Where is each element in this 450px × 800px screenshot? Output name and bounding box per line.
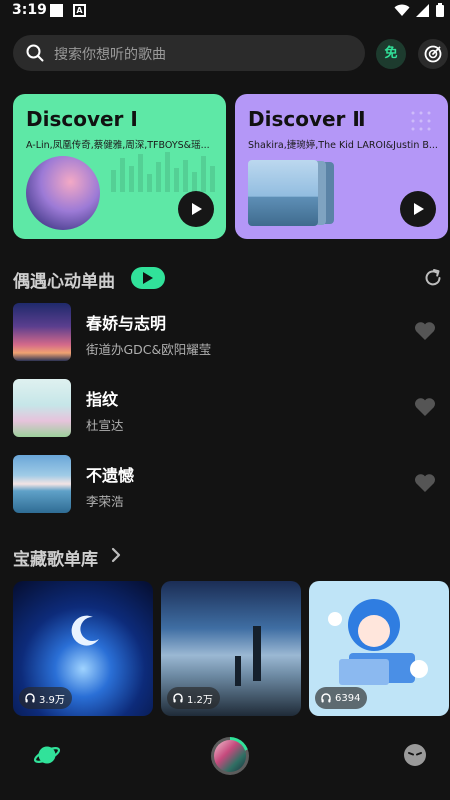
play-count-badge: 3.9万 — [19, 687, 72, 709]
character-illustration — [328, 599, 428, 685]
heartbeat-section-title: 偶遇心动单曲 — [13, 272, 115, 292]
wifi-icon — [394, 4, 410, 16]
song-item[interactable]: 指纹 杜宣达 — [13, 379, 438, 437]
playlist-card[interactable]: 3.9万 — [13, 581, 153, 716]
play-icon — [414, 203, 424, 215]
play-icon — [143, 272, 153, 284]
status-time: 3:19 — [12, 2, 47, 18]
song-cover — [13, 379, 71, 437]
discover-play-button[interactable] — [400, 191, 436, 227]
song-artist: 杜宣达 — [86, 418, 124, 433]
white-square-icon — [50, 4, 63, 17]
play-count: 1.2万 — [187, 694, 213, 706]
now-playing-avatar[interactable] — [211, 737, 249, 775]
status-bar: 3:19 A — [0, 0, 450, 22]
battery-icon — [436, 3, 444, 17]
signal-icon — [416, 3, 429, 17]
playlist-card[interactable]: 1.2万 — [161, 581, 301, 716]
discover-card-title: Discover Ⅱ — [248, 107, 366, 131]
play-count: 3.9万 — [39, 694, 65, 706]
planet-icon[interactable] — [33, 741, 61, 769]
heart-icon[interactable] — [414, 321, 436, 341]
play-all-button[interactable] — [131, 267, 165, 289]
song-cover — [13, 303, 71, 361]
song-artist: 李荣浩 — [86, 494, 124, 509]
discover-card-2[interactable]: Discover Ⅱ Shakira,捷琬婷,The Kid LAROI&Jus… — [235, 94, 448, 239]
search-icon — [26, 44, 44, 62]
radar-icon — [424, 45, 442, 63]
headphones-icon — [173, 693, 183, 703]
song-cover — [13, 455, 71, 513]
playlist-card[interactable]: 6394 — [309, 581, 449, 716]
free-badge-button[interactable]: 免 — [376, 39, 406, 69]
discover-card-subtitle: A-Lin,凤凰传奇,蔡健雅,周深,TFBOYS&瑶... — [26, 140, 210, 151]
treasure-section-title[interactable]: 宝藏歌单库 — [13, 545, 98, 570]
heart-icon[interactable] — [414, 473, 436, 493]
moon-icon — [71, 615, 99, 646]
chevron-right-icon[interactable] — [111, 547, 121, 563]
play-count-badge: 1.2万 — [167, 687, 220, 709]
discover-play-button[interactable] — [178, 191, 214, 227]
discover-card-subtitle: Shakira,捷琬婷,The Kid LAROI&Justin B... — [248, 140, 438, 151]
discover-card-artwork — [248, 160, 334, 226]
refresh-icon[interactable] — [423, 268, 443, 288]
now-playing-cover — [214, 740, 246, 772]
song-title: 不遗憾 — [86, 466, 135, 485]
search-bar[interactable]: 搜索你想听的歌曲 — [13, 35, 365, 71]
song-item[interactable]: 不遗憾 李荣浩 — [13, 455, 438, 513]
play-count-badge: 6394 — [315, 687, 368, 709]
radar-button[interactable] — [418, 39, 448, 69]
discover-card-1[interactable]: Discover Ⅰ A-Lin,凤凰传奇,蔡健雅,周深,TFBOYS&瑶... — [13, 94, 226, 239]
song-title: 春娇与志明 — [86, 314, 167, 333]
headphones-icon — [321, 693, 331, 703]
face-icon[interactable] — [403, 743, 427, 767]
headphones-icon — [25, 693, 35, 703]
a-square-icon: A — [73, 4, 86, 17]
song-item[interactable]: 春娇与志明 街道办GDC&欧阳耀莹 — [13, 303, 438, 361]
song-title: 指纹 — [86, 390, 119, 409]
decorative-dots-icon — [411, 111, 431, 131]
discover-card-title: Discover Ⅰ — [26, 107, 138, 131]
play-count: 6394 — [335, 692, 361, 704]
figures-illustration — [235, 626, 261, 686]
discover-card-artwork — [26, 156, 100, 230]
search-placeholder: 搜索你想听的歌曲 — [54, 47, 166, 63]
play-icon — [192, 203, 202, 215]
heart-icon[interactable] — [414, 397, 436, 417]
song-artist: 街道办GDC&欧阳耀莹 — [86, 342, 212, 357]
decorative-bars — [111, 152, 221, 192]
system-icons — [394, 3, 444, 17]
